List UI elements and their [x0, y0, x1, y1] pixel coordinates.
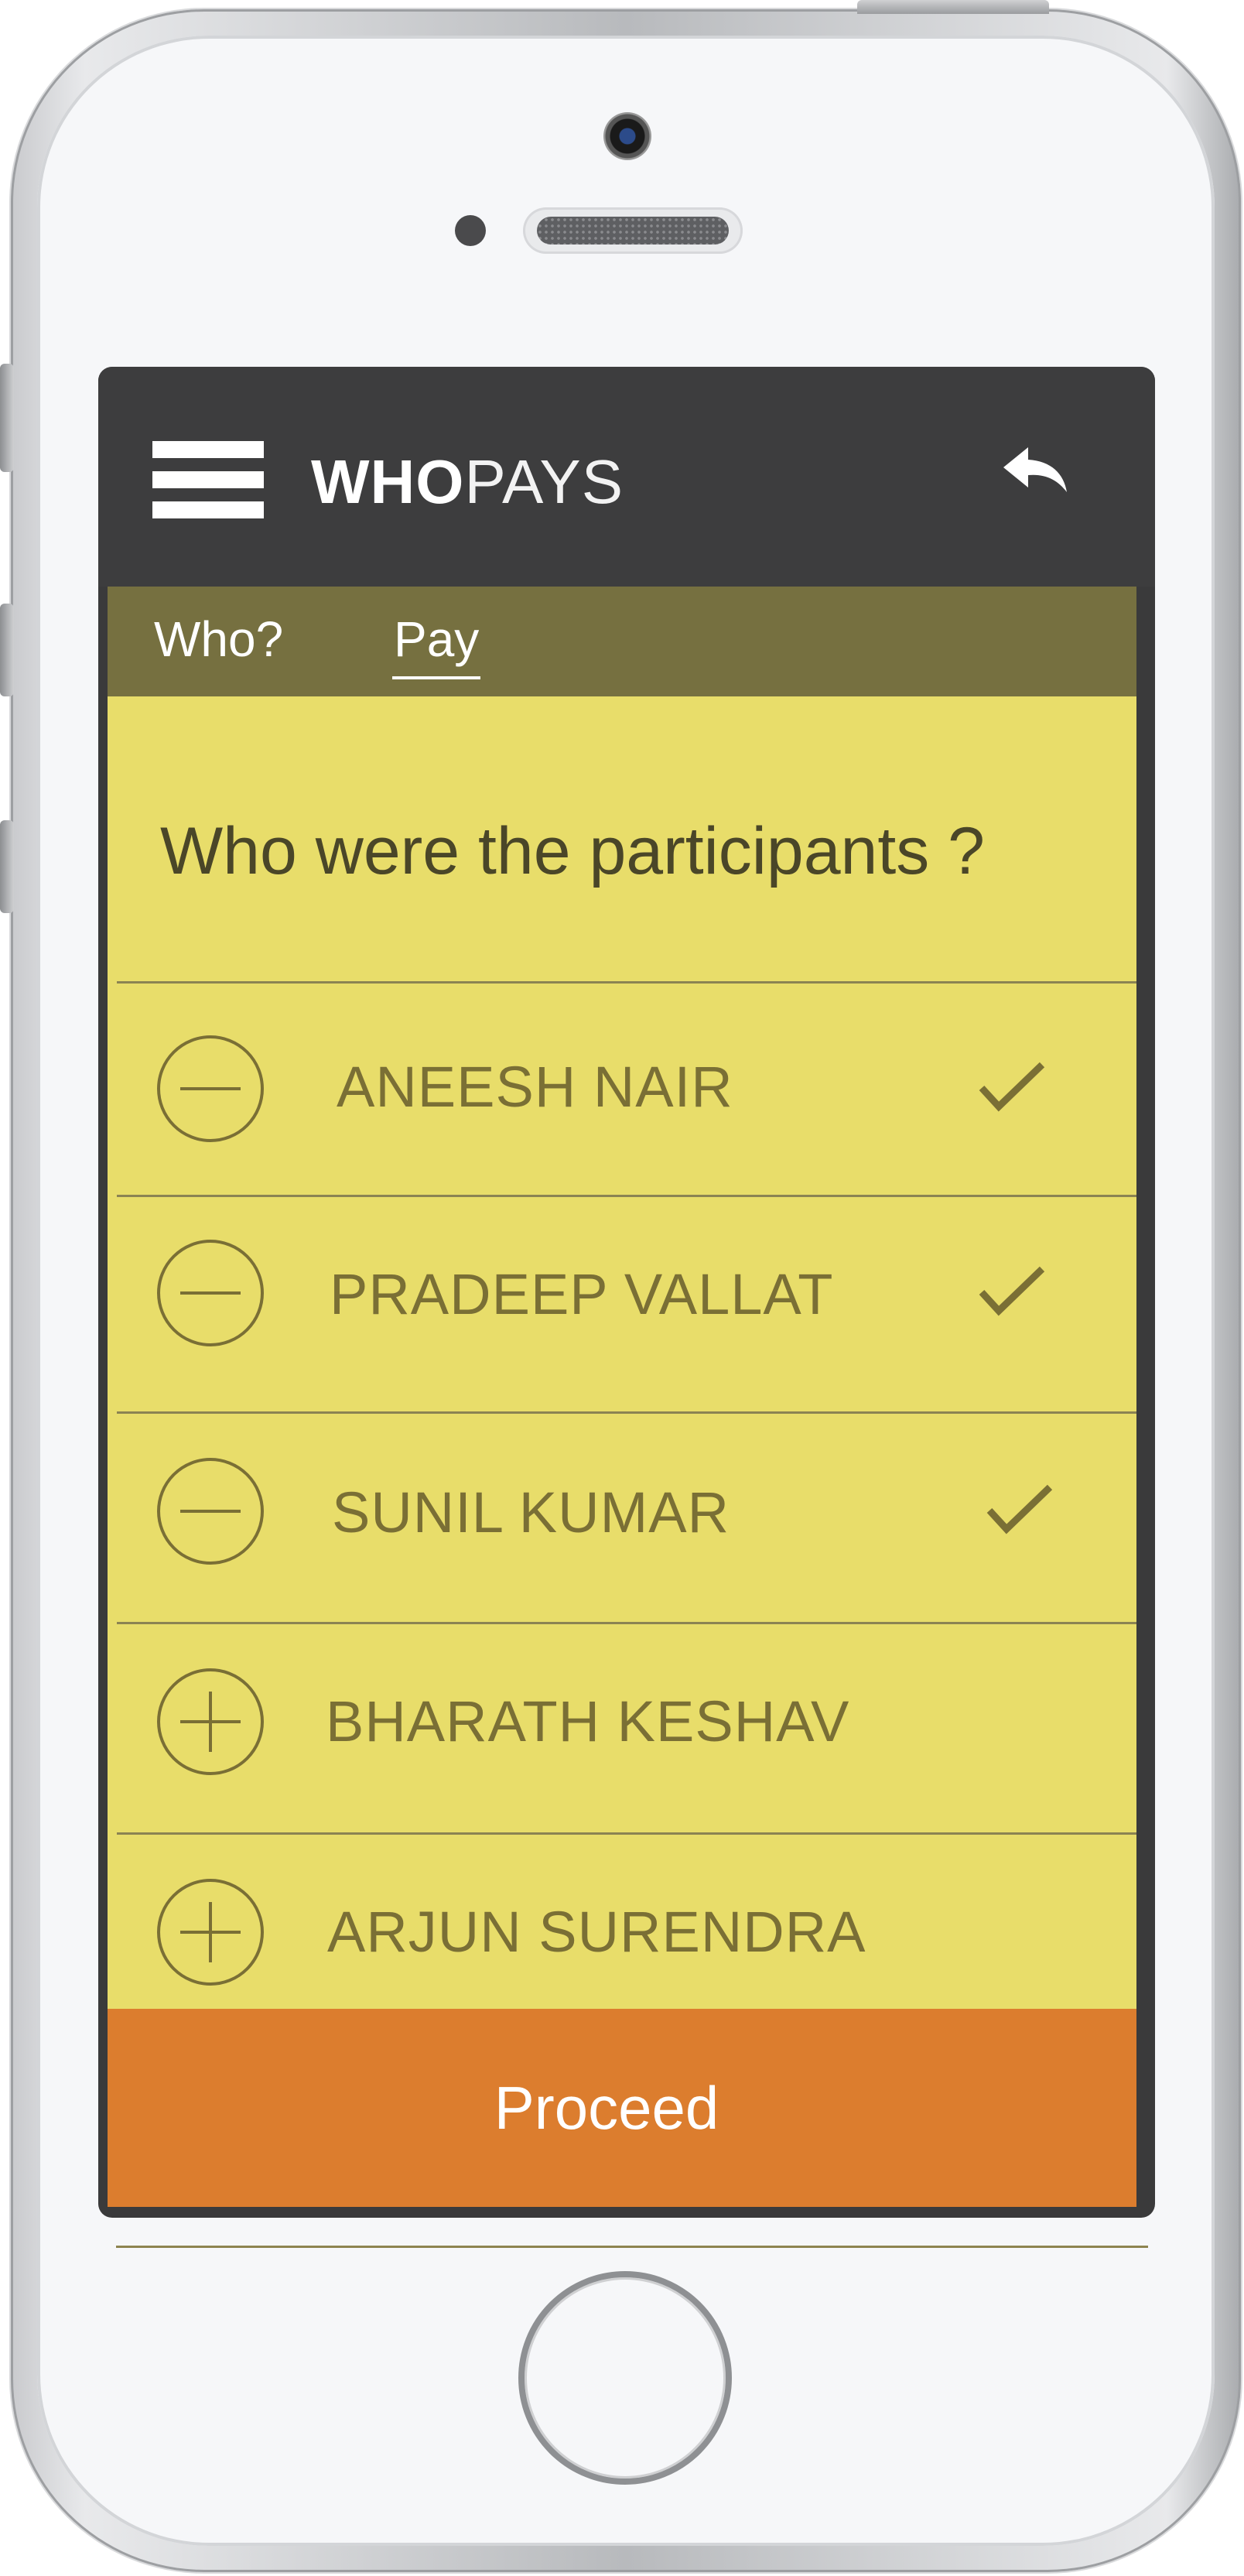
proceed-label: Proceed — [494, 2074, 719, 2142]
participant-row[interactable]: ARJUN SURENDRA — [108, 1835, 1136, 2015]
hamburger-icon[interactable] — [152, 441, 264, 518]
proceed-button[interactable]: Proceed — [108, 2009, 1136, 2207]
participant-name: PRADEEP VALLAT — [330, 1262, 834, 1326]
divider — [117, 1411, 1136, 1414]
tab-bar: Who? Pay — [108, 587, 1136, 696]
minus-circle-icon[interactable] — [156, 1456, 265, 1566]
divider — [117, 981, 1136, 984]
power-button — [857, 0, 1049, 14]
phone-screen: WHOPAYS Who? Pay Who were the participan… — [98, 367, 1155, 2218]
earpiece-speaker — [523, 207, 743, 254]
participant-name: BHARATH KESHAV — [326, 1689, 850, 1753]
participant-row[interactable]: PRADEEP VALLAT — [108, 1198, 1136, 1411]
participant-name: SUNIL KUMAR — [332, 1480, 730, 1545]
app-title-bold: WHO — [311, 447, 465, 516]
participant-name: ANEESH NAIR — [337, 1055, 733, 1119]
check-icon — [979, 1266, 1045, 1316]
participants-panel: Who were the participants ? ANEESH NAIR … — [108, 696, 1136, 2015]
reply-arrow-icon[interactable] — [1002, 444, 1071, 498]
proximity-sensor — [455, 215, 486, 246]
participant-name: ARJUN SURENDRA — [327, 1900, 866, 1964]
participant-row[interactable]: SUNIL KUMAR — [108, 1415, 1136, 1622]
divider — [117, 1832, 1136, 1835]
check-icon — [986, 1484, 1053, 1534]
bottom-divider — [116, 2246, 1148, 2248]
divider — [117, 1195, 1136, 1197]
app-title-light: PAYS — [464, 447, 624, 516]
mute-switch — [0, 364, 14, 472]
tab-pay[interactable]: Pay — [391, 608, 481, 679]
app-title: WHOPAYS — [311, 447, 624, 517]
plus-circle-icon[interactable] — [156, 1877, 265, 1987]
tab-who[interactable]: Who? — [154, 608, 283, 670]
front-camera — [603, 112, 651, 160]
home-button[interactable] — [518, 2271, 732, 2485]
app-header: WHOPAYS — [98, 367, 1155, 587]
plus-circle-icon[interactable] — [156, 1667, 265, 1777]
question-heading: Who were the participants ? — [160, 814, 985, 888]
volume-up-button — [0, 604, 14, 696]
participant-row[interactable]: ANEESH NAIR — [108, 984, 1136, 1195]
minus-circle-icon[interactable] — [156, 1034, 265, 1144]
minus-circle-icon[interactable] — [156, 1238, 265, 1348]
divider — [117, 1622, 1136, 1624]
check-icon — [979, 1062, 1045, 1112]
volume-down-button — [0, 820, 14, 913]
participant-row[interactable]: BHARATH KESHAV — [108, 1625, 1136, 1832]
